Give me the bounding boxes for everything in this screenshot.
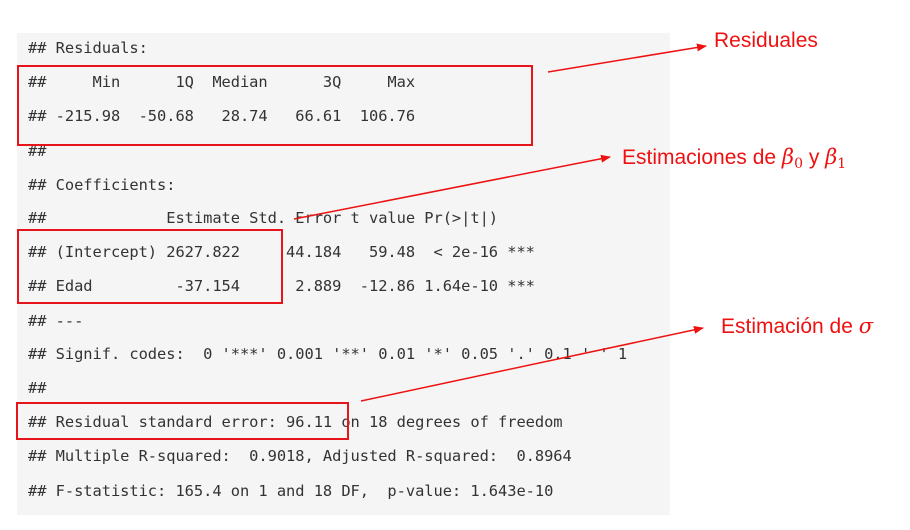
- betas-arrow: [293, 154, 611, 220]
- beta0-letter: β: [781, 145, 795, 169]
- beta1-letter: β: [825, 145, 838, 169]
- beta1-subscript: 1: [837, 156, 847, 172]
- beta1-symbol: β1: [825, 145, 847, 172]
- betas-joiner: y: [802, 146, 826, 169]
- annotation-arrows: [293, 43, 707, 402]
- sigma-symbol: σ: [858, 314, 874, 338]
- sigma-arrow: [360, 325, 704, 402]
- residuales-arrow: [547, 43, 707, 73]
- betas-annotation: Estimaciones de β0 y β1: [622, 144, 846, 177]
- beta0-subscript: 0: [794, 156, 803, 172]
- sigma-prefix: Estimación de: [721, 315, 859, 338]
- beta0-symbol: β0: [781, 145, 803, 172]
- residuales-label: Residuales: [714, 29, 818, 52]
- sigma-annotation: Estimación de σ: [721, 313, 873, 340]
- residuales-annotation: Residuales: [714, 28, 818, 54]
- betas-prefix: Estimaciones de: [622, 146, 782, 169]
